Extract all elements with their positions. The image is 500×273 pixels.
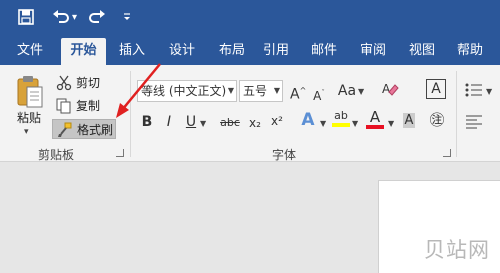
- chevron-down-icon[interactable]: ▼: [352, 119, 358, 128]
- tab-help[interactable]: 帮助: [450, 38, 490, 65]
- redo-icon[interactable]: [88, 9, 106, 29]
- strikethrough-button[interactable]: abc: [218, 114, 242, 132]
- paste-dropdown-icon[interactable]: ▾: [24, 127, 29, 137]
- font-size-value: 五号: [243, 84, 268, 98]
- grow-font-button[interactable]: A^: [290, 82, 306, 104]
- undo-icon[interactable]: [52, 9, 70, 29]
- tab-insert[interactable]: 插入: [112, 38, 152, 65]
- quick-access-toolbar: ▾: [0, 0, 500, 38]
- superscript-button[interactable]: x²: [268, 112, 286, 130]
- clear-formatting-button[interactable]: A: [380, 80, 400, 103]
- ribbon: 粘贴 ▾ 剪切 复制 格式刷 剪贴板 等线 (中文正文) ▼ 五号 ▼ A^ A…: [0, 65, 500, 162]
- font-name-select[interactable]: 等线 (中文正文) ▼: [137, 80, 237, 102]
- grow-font-label: A: [290, 86, 300, 103]
- clipboard-launcher-icon[interactable]: [116, 149, 124, 157]
- tab-view[interactable]: 视图: [402, 38, 442, 65]
- font-size-select[interactable]: 五号 ▼: [239, 80, 283, 102]
- chevron-down-icon: ▼: [227, 86, 234, 95]
- font-color-label: A: [369, 108, 381, 126]
- text-effect-button[interactable]: A: [300, 111, 316, 129]
- bullets-icon[interactable]: [465, 82, 483, 102]
- tab-layout[interactable]: 布局: [212, 38, 252, 65]
- group-separator: [456, 71, 457, 157]
- watermark-text: 贝站网: [424, 238, 490, 262]
- cut-label: 剪切: [76, 76, 101, 90]
- shrink-font-button[interactable]: Aˇ: [312, 84, 326, 105]
- copy-label: 复制: [76, 99, 101, 113]
- chevron-down-icon[interactable]: ▼: [358, 87, 364, 96]
- chevron-down-icon: ▼: [273, 86, 280, 95]
- font-name-value: 等线 (中文正文): [141, 84, 227, 98]
- italic-button[interactable]: I: [162, 113, 176, 131]
- paintbrush-icon: [57, 122, 73, 138]
- character-shading-button[interactable]: A: [400, 112, 418, 130]
- highlight-color-swatch: [332, 123, 350, 127]
- font-color-button[interactable]: A: [366, 109, 384, 131]
- undo-dropdown-icon[interactable]: ▾: [72, 9, 77, 27]
- chevron-down-icon[interactable]: ▼: [320, 119, 326, 128]
- subscript-button[interactable]: x₂: [246, 114, 264, 132]
- copy-button[interactable]: 复制: [56, 96, 116, 116]
- chevron-down-icon[interactable]: ▼: [200, 119, 206, 128]
- chevron-down-icon[interactable]: ▼: [388, 119, 394, 128]
- highlight-button[interactable]: ab: [332, 109, 350, 131]
- tab-file[interactable]: 文件: [10, 38, 50, 65]
- tab-home[interactable]: 开始: [61, 38, 106, 65]
- align-left-icon[interactable]: [465, 114, 483, 134]
- scissors-icon: [56, 75, 72, 91]
- tab-review[interactable]: 审阅: [353, 38, 393, 65]
- cut-button[interactable]: 剪切: [56, 73, 116, 93]
- copy-icon: [56, 98, 72, 114]
- bold-button[interactable]: B: [140, 113, 154, 131]
- group-separator: [130, 71, 131, 157]
- underline-button[interactable]: U: [184, 113, 198, 131]
- eraser-icon: A: [381, 82, 399, 102]
- tab-design[interactable]: 设计: [162, 38, 202, 65]
- tab-mailings[interactable]: 邮件: [304, 38, 344, 65]
- customize-icon[interactable]: [122, 9, 132, 27]
- paste-label[interactable]: 粘贴: [17, 109, 41, 126]
- character-border-button[interactable]: A: [426, 79, 446, 99]
- svg-text:A: A: [382, 82, 391, 96]
- chevron-down-icon[interactable]: ▼: [486, 87, 492, 96]
- clipboard-group-label: 剪贴板: [38, 148, 75, 162]
- change-case-button[interactable]: Aa: [336, 82, 358, 100]
- font-group-label: 字体: [272, 148, 297, 162]
- paste-icon[interactable]: [16, 75, 44, 109]
- save-icon[interactable]: [18, 9, 34, 29]
- highlight-label: ab: [334, 109, 348, 122]
- tab-references[interactable]: 引用: [256, 38, 296, 65]
- font-launcher-icon[interactable]: [443, 149, 451, 157]
- enclose-characters-button[interactable]: ㊟: [428, 111, 446, 129]
- change-case-label: Aa: [337, 83, 357, 99]
- ribbon-tabs: 文件 开始 插入 设计 布局 引用 邮件 审阅 视图 帮助: [0, 38, 500, 65]
- format-painter-label: 格式刷: [77, 123, 114, 137]
- format-painter-button[interactable]: 格式刷: [52, 119, 116, 139]
